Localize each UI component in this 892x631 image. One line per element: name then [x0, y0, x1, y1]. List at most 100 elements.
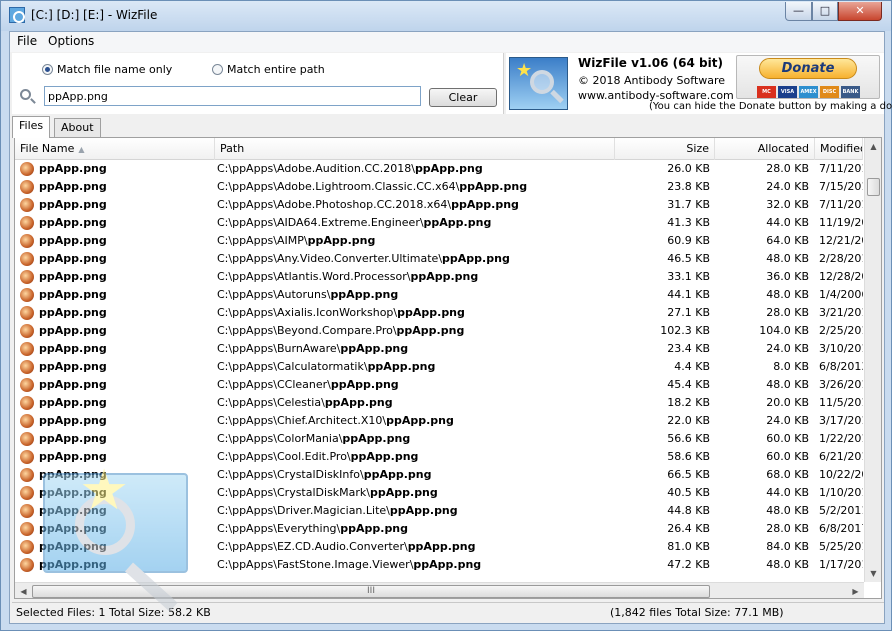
close-button[interactable]: ✕: [838, 2, 882, 21]
about-panel: ★ WizFile v1.06 (64 bit) © 2018 Antibody…: [506, 53, 892, 114]
table-row[interactable]: ppApp.png C:\ppApps\Celestia\ppApp.png 18.…: [15, 394, 863, 412]
path-file-text: ppApp.png: [389, 504, 458, 517]
file-name-cell: ppApp.png: [39, 396, 107, 409]
path-file-text: ppApp.png: [340, 522, 409, 535]
match-entire-path-radio[interactable]: Match entire path: [212, 63, 325, 76]
window-title: [C:] [D:] [E:] - WizFile: [31, 8, 158, 22]
file-allocated-cell: 104.0 KB: [759, 324, 809, 337]
scroll-down-icon[interactable]: ▼: [865, 565, 881, 582]
file-modified-cell: 6/21/2017: [819, 450, 863, 463]
file-modified-cell: 3/17/2018: [819, 414, 863, 427]
file-modified-cell: 2/25/2017: [819, 324, 863, 337]
table-row[interactable]: ppApp.png C:\ppApps\Autoruns\ppApp.png 44.…: [15, 286, 863, 304]
file-allocated-cell: 24.0 KB: [766, 180, 809, 193]
wizfile-app-icon[interactable]: [9, 7, 25, 23]
payment-cards: MC VISA AMEX DISC BANK: [757, 83, 862, 98]
file-path-cell: C:\ppApps\Adobe.Lightroom.Classic.CC.x64…: [217, 178, 612, 196]
path-dir-text: C:\ppApps\Adobe.Audition.CC.2018\: [217, 162, 415, 175]
scroll-up-icon[interactable]: ▲: [865, 138, 881, 155]
path-file-text: ppApp.png: [386, 414, 454, 427]
menu-options[interactable]: Options: [43, 34, 99, 48]
minimize-button[interactable]: —: [785, 2, 812, 21]
table-row[interactable]: ppApp.png C:\ppApps\Adobe.Lightroom.Class…: [15, 178, 863, 196]
file-name-cell: ppApp.png: [39, 198, 107, 211]
file-modified-cell: 6/8/2017: [819, 522, 863, 535]
vertical-scrollbar[interactable]: ▲ ▼: [864, 138, 881, 582]
file-path-cell: C:\ppApps\Beyond.Compare.Pro\ppApp.png: [217, 322, 612, 340]
title-bar[interactable]: [C:] [D:] [E:] - WizFile — □ ✕: [1, 1, 891, 31]
table-row[interactable]: ppApp.png C:\ppApps\BurnAware\ppApp.png 23…: [15, 340, 863, 358]
column-size[interactable]: Size: [615, 138, 715, 160]
png-file-icon: [20, 450, 34, 464]
table-row[interactable]: ppApp.png C:\ppApps\Any.Video.Converter.U…: [15, 250, 863, 268]
table-row[interactable]: ppApp.png C:\ppApps\Atlantis.Word.Process…: [15, 268, 863, 286]
file-allocated-cell: 48.0 KB: [766, 288, 809, 301]
path-dir-text: C:\ppApps\Everything\: [217, 522, 341, 535]
mastercard-icon: MC: [757, 86, 776, 98]
path-dir-text: C:\ppApps\Any.Video.Converter.Ultimate\: [217, 252, 443, 265]
version-title: WizFile v1.06 (64 bit): [578, 56, 723, 70]
file-path-cell: C:\ppApps\Cool.Edit.Pro\ppApp.png: [217, 448, 612, 466]
file-modified-cell: 10/22/2016: [819, 468, 863, 481]
amex-icon: AMEX: [799, 86, 818, 98]
path-dir-text: C:\ppApps\EZ.CD.Audio.Converter\: [217, 540, 408, 553]
search-input[interactable]: [44, 86, 421, 106]
png-file-icon: [20, 324, 34, 338]
file-path-cell: C:\ppApps\FastStone.Image.Viewer\ppApp.p…: [217, 556, 612, 574]
scroll-left-icon[interactable]: ◀: [15, 583, 32, 598]
table-row[interactable]: ppApp.png C:\ppApps\Calculatormatik\ppApp…: [15, 358, 863, 376]
file-modified-cell: 1/10/2017: [819, 486, 863, 499]
clear-button[interactable]: Clear: [429, 88, 497, 107]
path-dir-text: C:\ppApps\AIMP\: [217, 234, 308, 247]
table-row[interactable]: ppApp.png C:\ppApps\Beyond.Compare.Pro\pp…: [15, 322, 863, 340]
file-path-cell: C:\ppApps\Celestia\ppApp.png: [217, 394, 612, 412]
column-path[interactable]: Path: [215, 138, 615, 160]
tab-about[interactable]: About: [54, 118, 101, 137]
tab-files[interactable]: Files: [12, 116, 51, 138]
table-row[interactable]: ppApp.png C:\ppApps\Adobe.Audition.CC.201…: [15, 160, 863, 178]
table-row[interactable]: ppApp.png C:\ppApps\Chief.Architect.X10\p…: [15, 412, 863, 430]
table-row[interactable]: ppApp.png C:\ppApps\Axialis.IconWorkshop\…: [15, 304, 863, 322]
file-modified-cell: 1/17/2017: [819, 558, 863, 571]
file-size-cell: 81.0 KB: [667, 540, 710, 553]
path-file-text: ppApp.png: [350, 450, 419, 463]
png-file-icon: [20, 558, 34, 572]
file-allocated-cell: 24.0 KB: [766, 414, 809, 427]
file-size-cell: 44.8 KB: [667, 504, 710, 517]
file-path-cell: C:\ppApps\CCleaner\ppApp.png: [217, 376, 612, 394]
donate-button[interactable]: Donate MC VISA AMEX DISC BANK: [736, 55, 880, 99]
file-allocated-cell: 36.0 KB: [766, 270, 809, 283]
file-size-cell: 41.3 KB: [667, 216, 710, 229]
scroll-right-icon[interactable]: ▶: [847, 583, 864, 598]
file-name-cell: ppApp.png: [39, 378, 107, 391]
column-file-name[interactable]: File Name ▲: [15, 138, 215, 160]
search-icon: [20, 89, 31, 100]
png-file-icon: [20, 540, 34, 554]
table-row[interactable]: ppApp.png C:\ppApps\ColorMania\ppApp.png 5…: [15, 430, 863, 448]
png-file-icon: [20, 306, 34, 320]
path-dir-text: C:\ppApps\Chief.Architect.X10\: [217, 414, 387, 427]
vertical-scroll-thumb[interactable]: [867, 178, 880, 196]
file-modified-cell: 3/10/2016: [819, 342, 863, 355]
file-name-cell: ppApp.png: [39, 180, 107, 193]
table-row[interactable]: ppApp.png C:\ppApps\AIDA64.Extreme.Engine…: [15, 214, 863, 232]
table-row[interactable]: ppApp.png C:\ppApps\AIMP\ppApp.png 60.9 KB…: [15, 232, 863, 250]
file-name-cell: ppApp.png: [39, 306, 107, 319]
match-name-only-radio[interactable]: Match file name only: [42, 63, 172, 76]
drag-preview-icon: ★: [33, 453, 193, 612]
column-allocated[interactable]: Allocated: [715, 138, 815, 160]
column-modified[interactable]: Modified: [815, 138, 863, 160]
file-path-cell: C:\ppApps\CrystalDiskMark\ppApp.png: [217, 484, 612, 502]
menu-file[interactable]: File: [12, 34, 42, 48]
path-dir-text: C:\ppApps\Calculatormatik\: [217, 360, 368, 373]
star-icon: ★: [79, 458, 130, 523]
path-file-text: ppApp.png: [413, 558, 482, 571]
png-file-icon: [20, 414, 34, 428]
table-row[interactable]: ppApp.png C:\ppApps\CCleaner\ppApp.png 45.…: [15, 376, 863, 394]
png-file-icon: [20, 342, 34, 356]
horizontal-scroll-thumb[interactable]: III: [32, 585, 710, 598]
file-size-cell: 22.0 KB: [667, 414, 710, 427]
table-row[interactable]: ppApp.png C:\ppApps\Adobe.Photoshop.CC.20…: [15, 196, 863, 214]
path-file-text: ppApp.png: [367, 360, 436, 373]
maximize-button[interactable]: □: [812, 2, 838, 21]
